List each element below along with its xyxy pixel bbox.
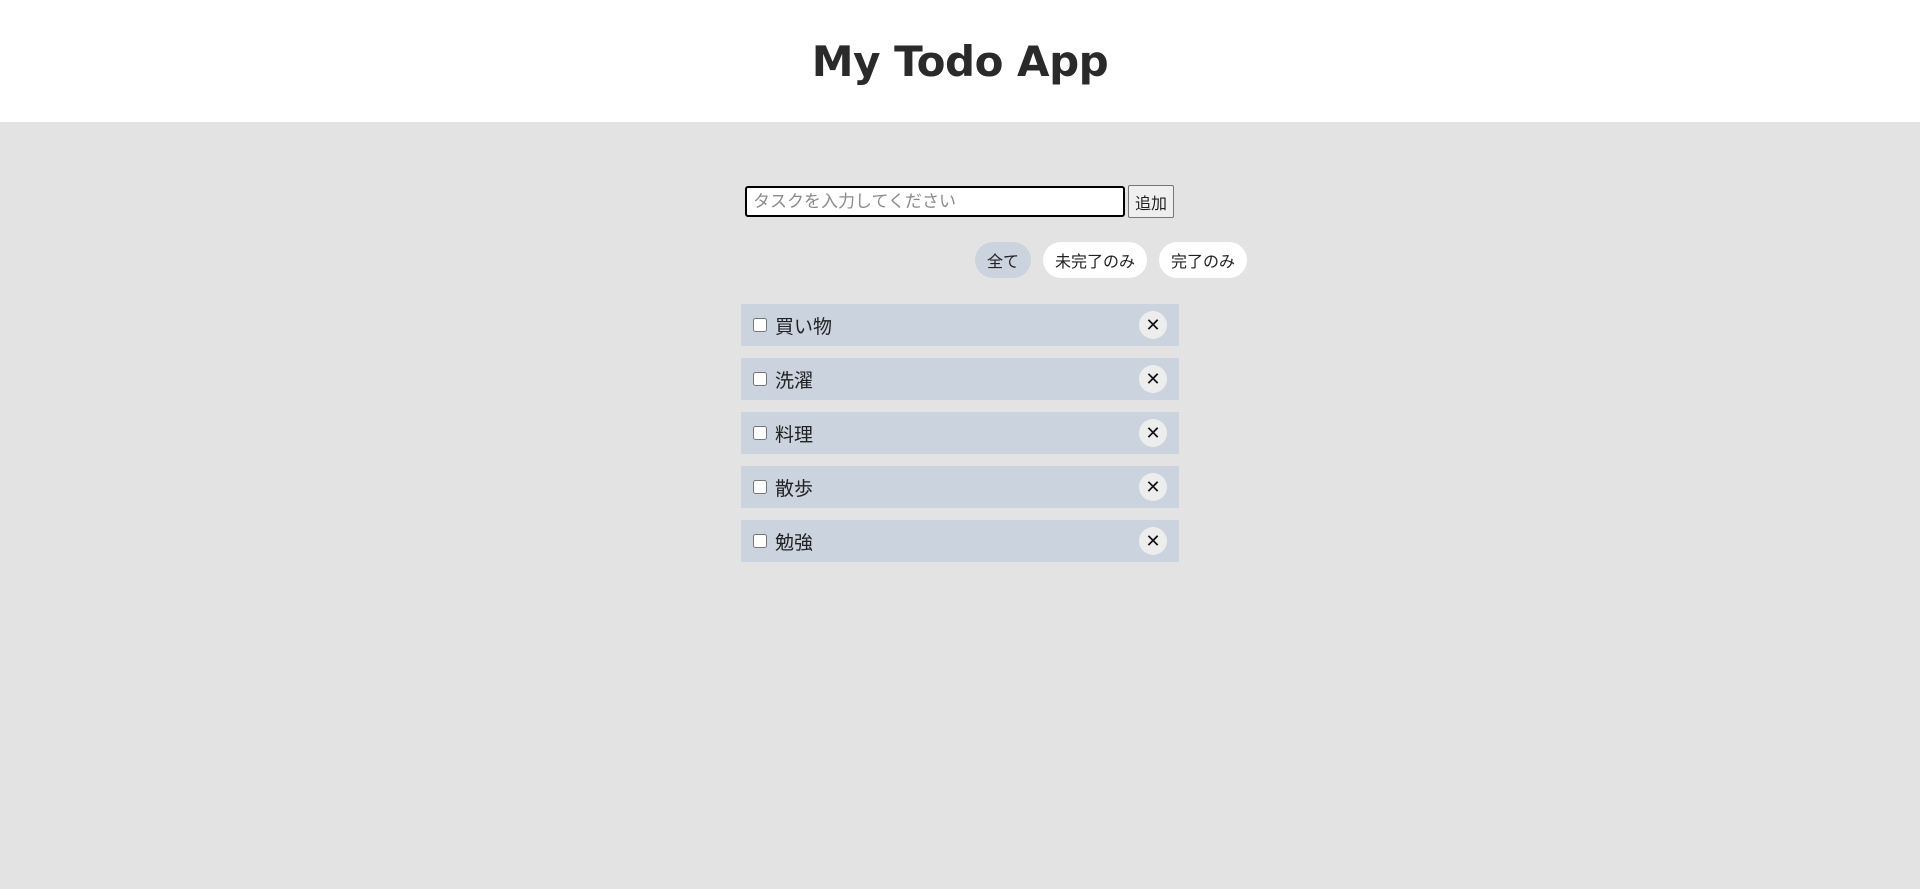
todo-label: 洗濯: [775, 369, 814, 392]
todo-item: 散歩 ✕: [741, 466, 1179, 508]
todo-label: 買い物: [775, 315, 833, 338]
delete-button[interactable]: ✕: [1139, 311, 1167, 339]
close-icon: ✕: [1145, 476, 1161, 498]
delete-button[interactable]: ✕: [1139, 527, 1167, 555]
todo-item: 買い物 ✕: [741, 304, 1179, 346]
filter-incomplete-button[interactable]: 未完了のみ: [1043, 242, 1148, 278]
todo-item: 洗濯 ✕: [741, 358, 1179, 400]
delete-button[interactable]: ✕: [1139, 365, 1167, 393]
filter-complete-button[interactable]: 完了のみ: [1159, 242, 1248, 278]
app-header: My Todo App: [0, 0, 1920, 122]
task-input-row: 追加: [745, 185, 1175, 218]
todo-checkbox[interactable]: [753, 426, 767, 440]
filter-bar: 全て 未完了のみ 完了のみ: [975, 242, 1248, 278]
page-title: My Todo App: [811, 36, 1109, 86]
add-button[interactable]: 追加: [1128, 185, 1175, 218]
todo-label: 料理: [775, 423, 814, 446]
todo-list: 買い物 ✕ 洗濯 ✕ 料理 ✕ 散歩 ✕ 勉強 ✕: [741, 304, 1179, 574]
delete-button[interactable]: ✕: [1139, 473, 1167, 501]
delete-button[interactable]: ✕: [1139, 419, 1167, 447]
close-icon: ✕: [1145, 530, 1161, 552]
todo-checkbox[interactable]: [753, 534, 767, 548]
todo-checkbox[interactable]: [753, 318, 767, 332]
close-icon: ✕: [1145, 368, 1161, 390]
task-input[interactable]: [745, 186, 1125, 217]
todo-item: 料理 ✕: [741, 412, 1179, 454]
filter-all-button[interactable]: 全て: [975, 242, 1032, 278]
todo-label: 勉強: [775, 531, 814, 554]
todo-item: 勉強 ✕: [741, 520, 1179, 562]
todo-checkbox[interactable]: [753, 480, 767, 494]
close-icon: ✕: [1145, 314, 1161, 336]
todo-label: 散歩: [775, 477, 814, 500]
close-icon: ✕: [1145, 422, 1161, 444]
main-content: 追加 全て 未完了のみ 完了のみ 買い物 ✕ 洗濯 ✕ 料理 ✕ 散歩 ✕ 勉強: [0, 122, 1920, 889]
todo-checkbox[interactable]: [753, 372, 767, 386]
